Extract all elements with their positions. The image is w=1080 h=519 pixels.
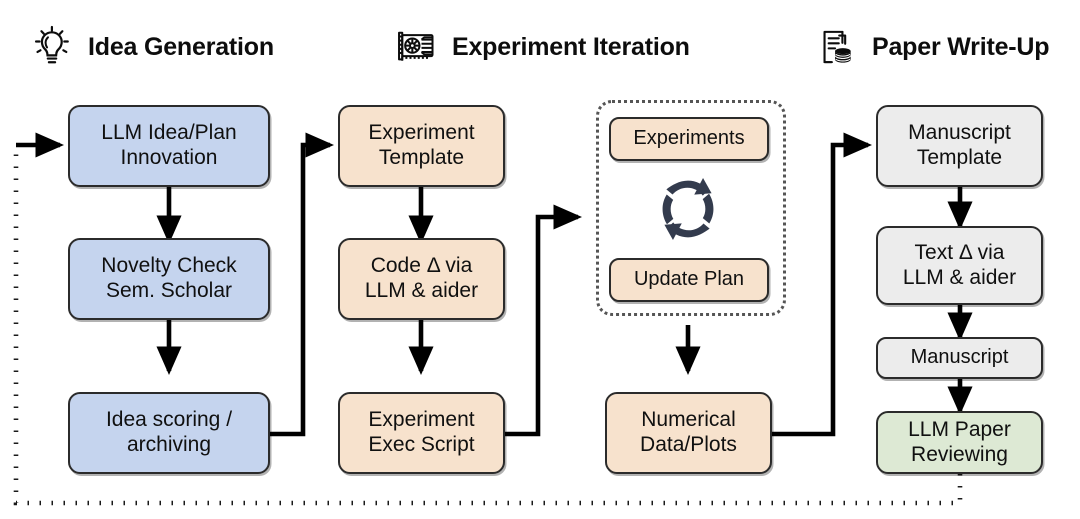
node-line-1: Experiments	[633, 127, 745, 150]
node-llm-idea-plan[interactable]: LLM Idea/Plan Innovation	[68, 105, 270, 187]
section-header-idea-generation: Idea Generation	[30, 18, 274, 76]
section-title: Paper Write-Up	[872, 32, 1050, 61]
node-manuscript-template[interactable]: Manuscript Template	[876, 105, 1043, 187]
node-line-2: Sem. Scholar	[105, 279, 233, 302]
node-code-delta[interactable]: Code Δ via LLM & aider	[338, 238, 505, 320]
node-text-delta[interactable]: Text Δ via LLM & aider	[876, 226, 1043, 305]
node-line-2: Template	[916, 146, 1003, 169]
lightbulb-icon	[34, 25, 69, 64]
document-database-icon	[823, 30, 851, 64]
node-numerical-data[interactable]: Numerical Data/Plots	[605, 392, 772, 474]
node-line-2: Innovation	[120, 146, 218, 169]
gpu-card-icon	[398, 31, 434, 61]
node-experiments[interactable]: Experiments	[609, 117, 769, 161]
node-line-2: Data/Plots	[640, 433, 737, 456]
node-update-plan[interactable]: Update Plan	[609, 258, 769, 302]
node-line-1: Numerical	[641, 408, 736, 432]
node-line-1: Manuscript	[908, 121, 1011, 145]
node-experiment-template[interactable]: Experiment Template	[338, 105, 505, 187]
section-header-paper-write-up: Paper Write-Up	[814, 18, 1050, 76]
section-title: Idea Generation	[88, 32, 274, 61]
section-header-experiment-iteration: Experiment Iteration	[394, 18, 690, 76]
node-line-2: Template	[378, 146, 465, 169]
node-line-1: Text Δ via	[914, 240, 1005, 264]
node-line-1: LLM Idea/Plan	[101, 121, 237, 145]
node-line-1: LLM Paper	[908, 417, 1011, 441]
arrow-scoring-to-template	[270, 132, 334, 437]
node-line-2: archiving	[126, 433, 212, 456]
node-experiment-exec[interactable]: Experiment Exec Script	[338, 392, 505, 474]
node-manuscript[interactable]: Manuscript	[876, 337, 1043, 379]
node-novelty-check[interactable]: Novelty Check Sem. Scholar	[68, 238, 270, 320]
arrow-numerical-to-manuscript-template	[772, 132, 872, 437]
node-line-1: Update Plan	[633, 268, 745, 291]
node-line-1: Experiment	[368, 408, 475, 432]
diagram-canvas: Idea Generation Experiment Iteration Pap…	[0, 0, 1080, 519]
node-idea-scoring[interactable]: Idea scoring / archiving	[68, 392, 270, 474]
section-title: Experiment Iteration	[452, 32, 690, 61]
node-line-1: Experiment	[368, 121, 475, 145]
node-line-2: Reviewing	[911, 442, 1008, 466]
node-line-1: Idea scoring /	[105, 408, 233, 432]
node-line-2: LLM & aider	[364, 279, 479, 302]
arrow-exec-to-loop	[505, 204, 582, 437]
node-llm-paper-reviewing[interactable]: LLM Paper Reviewing	[876, 411, 1043, 474]
node-line-1: Manuscript	[910, 346, 1009, 369]
refresh-loop-icon	[662, 178, 714, 240]
node-line-2: LLM & aider	[902, 265, 1017, 289]
node-line-1: Code Δ via	[370, 254, 473, 278]
node-line-1: Novelty Check	[101, 254, 237, 278]
node-line-2: Exec Script	[368, 433, 475, 456]
